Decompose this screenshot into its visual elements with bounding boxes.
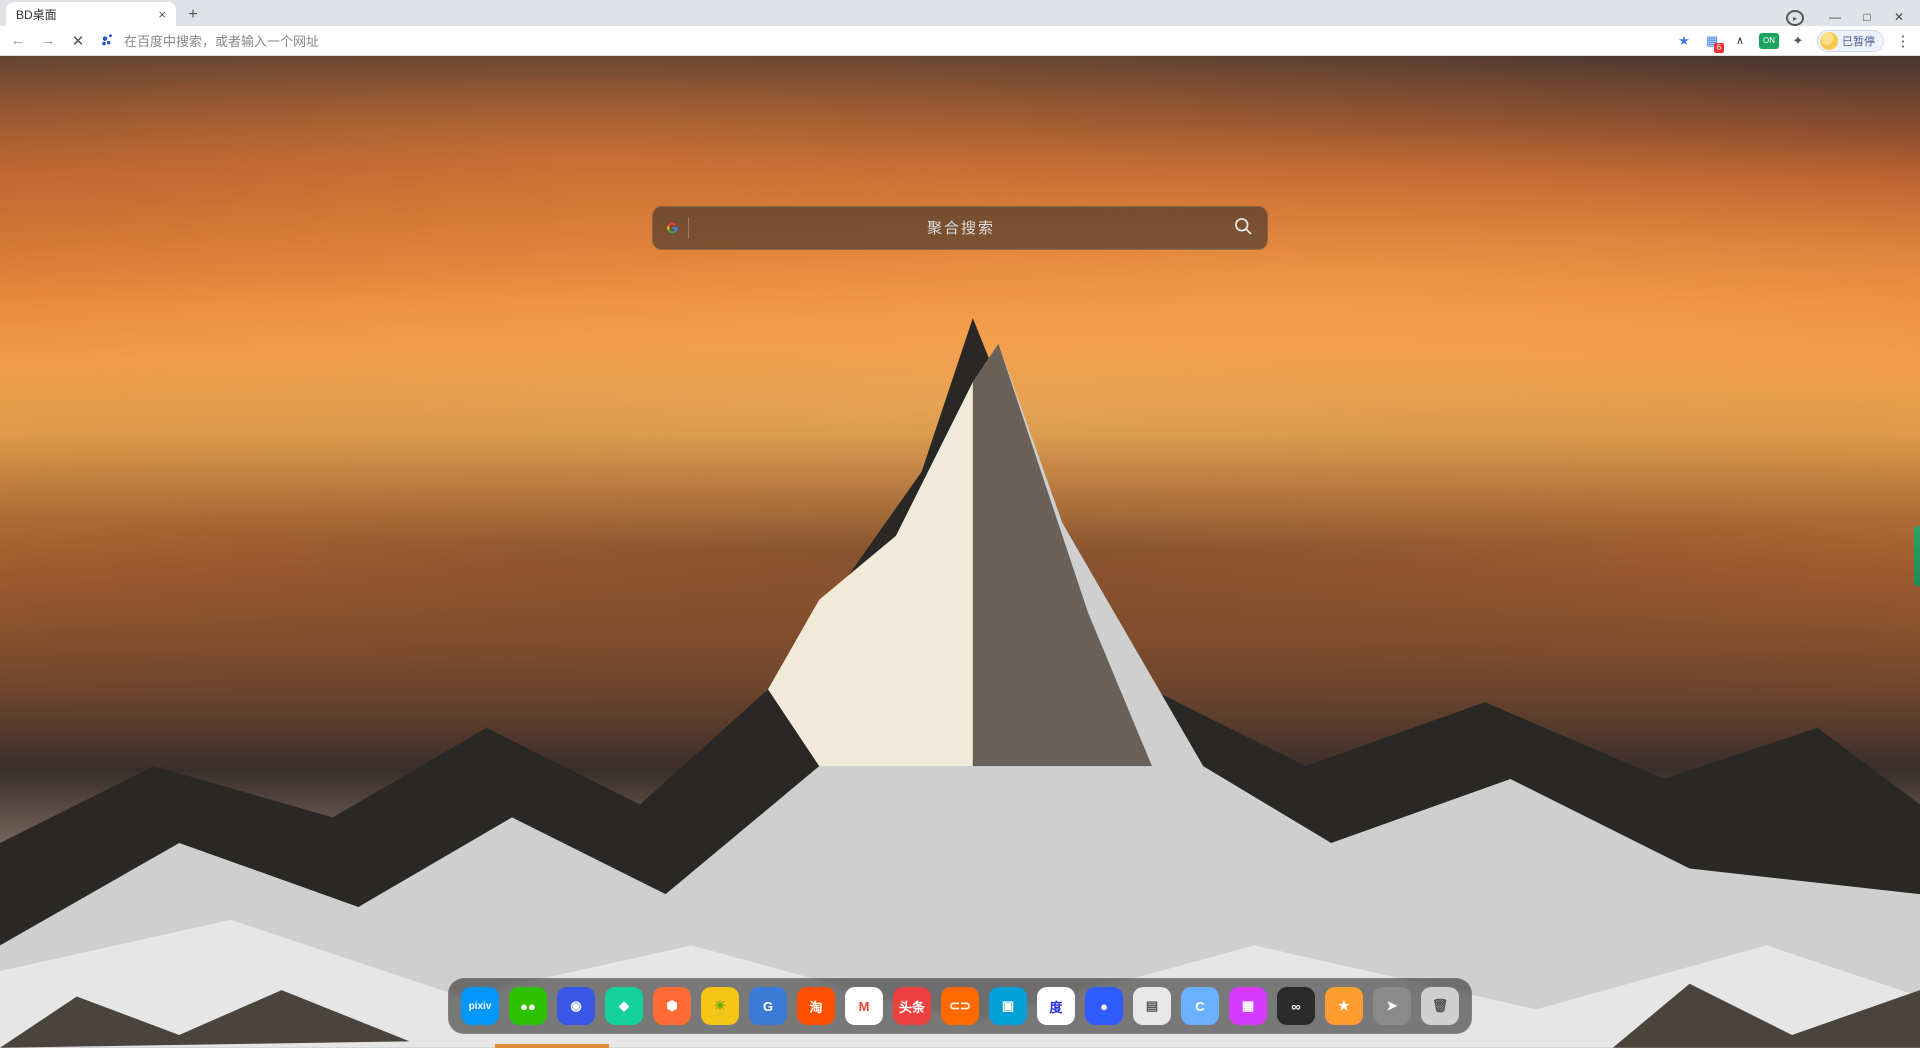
dock-item-taobao[interactable]: 淘: [797, 987, 835, 1025]
dock-item-trash[interactable]: 🗑: [1421, 987, 1459, 1025]
page-viewport: pixiv ●● ◉ ◆ ⬢ ☀ G淘M 头条 ⊂⊃ ▣ 度 ● ▤ C ▦ ∞ ★ ➤ 🗑: [0, 56, 1920, 1048]
tab-close-icon[interactable]: ×: [158, 7, 166, 22]
window-maximize-icon[interactable]: □: [1858, 10, 1876, 26]
profile-status-label: 已暂停: [1842, 33, 1875, 49]
browser-tab-active[interactable]: BD桌面 ×: [6, 2, 176, 26]
omnibox-placeholder[interactable]: 在百度中搜索，或者输入一个网址: [124, 31, 319, 50]
profile-avatar-icon: [1820, 32, 1838, 50]
media-control-icon[interactable]: ▸: [1786, 10, 1804, 26]
dock-item-spiral-app[interactable]: G: [749, 987, 787, 1025]
nav-stop-icon[interactable]: ✕: [68, 32, 88, 50]
new-tab-button[interactable]: +: [182, 4, 204, 26]
extension-on-icon[interactable]: ON: [1759, 33, 1779, 49]
dock-item-infinity-app[interactable]: ∞: [1277, 987, 1315, 1025]
dock-item-toutiao[interactable]: 头条: [893, 987, 931, 1025]
dock-item-field-app[interactable]: ☀: [701, 987, 739, 1025]
dock-item-bilibili[interactable]: ▣: [989, 987, 1027, 1025]
dock-item-c-app[interactable]: C: [1181, 987, 1219, 1025]
search-engine-selector[interactable]: [667, 217, 689, 239]
google-g-icon: [667, 218, 678, 238]
dock-item-notes-app[interactable]: ▤: [1133, 987, 1171, 1025]
bookmark-star-icon[interactable]: ★: [1675, 32, 1693, 50]
bottom-accent-bar: [495, 1044, 609, 1048]
nav-forward-icon[interactable]: →: [38, 32, 58, 49]
window-controls: ▸ — □ ✕: [1786, 10, 1914, 26]
dock-item-wechat[interactable]: ●●: [509, 987, 547, 1025]
window-close-icon[interactable]: ✕: [1890, 10, 1908, 26]
dock-item-gmail[interactable]: M: [845, 987, 883, 1025]
profile-chip[interactable]: 已暂停: [1817, 30, 1884, 52]
dock-item-launch-app[interactable]: ➤: [1373, 987, 1411, 1025]
browser-toolbar: ← → ✕ 在百度中搜索，或者输入一个网址 ★ ▦ ∧ ON ✦ 已暂停 ⋮: [0, 26, 1920, 56]
site-identity-icon[interactable]: [98, 33, 114, 49]
tab-title: BD桌面: [16, 6, 150, 23]
browser-tab-strip: BD桌面 × + ▸ — □ ✕: [0, 0, 1920, 26]
app-dock: pixiv ●● ◉ ◆ ⬢ ☀ G淘M 头条 ⊂⊃ ▣ 度 ● ▤ C ▦ ∞ ★ ➤ 🗑: [448, 978, 1472, 1034]
dock-item-baidu[interactable]: 度: [1037, 987, 1075, 1025]
dock-item-diamond-app[interactable]: ◆: [605, 987, 643, 1025]
wallpaper-mountain: [0, 274, 1920, 1048]
dock-item-hex-app[interactable]: ⬢: [653, 987, 691, 1025]
aggregate-search-input[interactable]: [701, 220, 1221, 237]
extension-code-icon[interactable]: ∧: [1731, 32, 1749, 50]
chrome-menu-icon[interactable]: ⋮: [1894, 32, 1912, 50]
dock-item-eye-app[interactable]: ◉: [557, 987, 595, 1025]
dock-item-flomo[interactable]: ●: [1085, 987, 1123, 1025]
dock-item-star-app[interactable]: ★: [1325, 987, 1363, 1025]
nav-back-icon[interactable]: ←: [8, 32, 28, 49]
extension-icons: ★ ▦ ∧ ON ✦ 已暂停 ⋮: [1675, 30, 1912, 52]
search-submit-icon[interactable]: [1233, 216, 1253, 241]
side-panel-tab[interactable]: [1914, 526, 1920, 586]
dock-item-codu-app[interactable]: ▦: [1229, 987, 1267, 1025]
window-minimize-icon[interactable]: —: [1826, 10, 1844, 26]
aggregate-search-bar[interactable]: [652, 206, 1268, 250]
extension-badge-icon[interactable]: ▦: [1703, 32, 1721, 50]
extensions-puzzle-icon[interactable]: ✦: [1789, 32, 1807, 50]
dock-item-pixiv[interactable]: pixiv: [461, 987, 499, 1025]
dock-item-link-app[interactable]: ⊂⊃: [941, 987, 979, 1025]
